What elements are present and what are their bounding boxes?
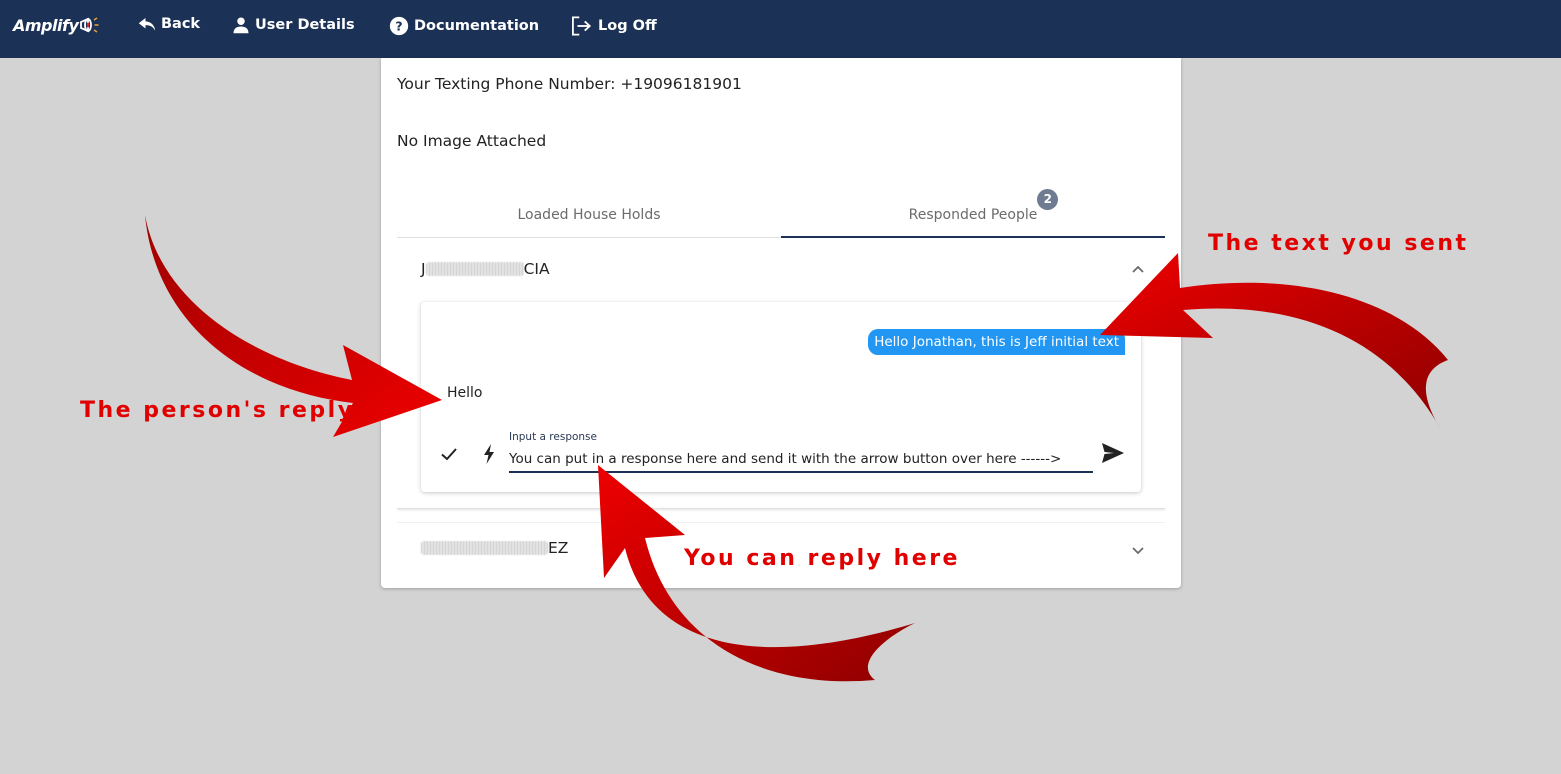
campaign-card: Your Texting Phone Number: +19096181901 … xyxy=(381,58,1181,588)
nav-back[interactable]: Back xyxy=(138,16,200,32)
texting-phone-number: Your Texting Phone Number: +19096181901 xyxy=(397,75,742,93)
responder-name-prefix: J xyxy=(421,260,426,278)
send-icon xyxy=(1102,443,1124,463)
tab-loaded-house-holds[interactable]: Loaded House Holds xyxy=(397,193,781,237)
lightning-bolt-icon xyxy=(484,444,494,464)
nav-user-details[interactable]: User Details xyxy=(232,16,355,34)
redacted-name-blur xyxy=(425,262,524,276)
logout-icon xyxy=(572,16,592,36)
megaphone-icon xyxy=(80,17,99,33)
conversation-panel: Hello Jonathan, this is Jeff initial tex… xyxy=(421,302,1141,492)
responder-name-suffix: EZ xyxy=(548,539,569,557)
mark-done-button[interactable] xyxy=(439,444,459,464)
annotation-text-you-sent: The text you sent xyxy=(1208,231,1469,256)
tab-bar: Loaded House Holds Responded People 2 xyxy=(397,188,1165,238)
person-icon xyxy=(233,17,249,34)
received-message: Hello xyxy=(447,385,483,401)
tab-responded-people-label: Responded People xyxy=(908,206,1038,223)
reply-back-icon xyxy=(138,18,156,31)
responder-name: J CIA xyxy=(421,260,550,278)
responder-name: EZ xyxy=(421,539,568,557)
chevron-down-icon[interactable] xyxy=(1131,546,1145,556)
nav-log-off-label: Log Off xyxy=(598,18,657,34)
annotation-reply-here: You can reply here xyxy=(684,546,960,571)
quick-reply-button[interactable] xyxy=(479,443,499,465)
amplify-logo[interactable]: Amplify xyxy=(13,15,101,35)
tab-responded-people[interactable]: Responded People 2 xyxy=(781,188,1165,238)
brand-name: Amplify xyxy=(13,15,79,35)
response-input[interactable] xyxy=(509,447,1093,473)
redacted-name-blur xyxy=(421,541,548,555)
check-icon xyxy=(441,448,457,461)
responded-count-badge: 2 xyxy=(1037,188,1059,210)
chevron-up-icon[interactable] xyxy=(1131,264,1145,274)
responder-name-suffix: CIA xyxy=(523,260,550,278)
nav-log-off[interactable]: Log Off xyxy=(571,16,657,36)
annotation-persons-reply: The person's reply xyxy=(80,398,355,423)
accordion-divider xyxy=(397,508,1165,509)
response-field-label: Input a response xyxy=(509,431,597,443)
responder-header[interactable]: J CIA xyxy=(397,244,1165,294)
help-circle-icon: ? xyxy=(389,16,409,36)
image-status: No Image Attached xyxy=(397,132,547,150)
svg-text:?: ? xyxy=(395,19,402,34)
nav-documentation[interactable]: ? Documentation xyxy=(389,16,539,36)
nav-back-label: Back xyxy=(161,16,201,32)
sent-message-bubble: Hello Jonathan, this is Jeff initial tex… xyxy=(868,329,1125,355)
tab-responded-people-wrap: Responded People 2 xyxy=(908,188,1059,223)
send-button[interactable] xyxy=(1101,442,1125,464)
top-navbar: Amplify Back User Details ? Documentatio… xyxy=(0,0,1561,58)
nav-documentation-label: Documentation xyxy=(414,18,540,34)
tab-loaded-house-holds-label: Loaded House Holds xyxy=(517,207,661,223)
nav-user-details-label: User Details xyxy=(255,17,355,33)
